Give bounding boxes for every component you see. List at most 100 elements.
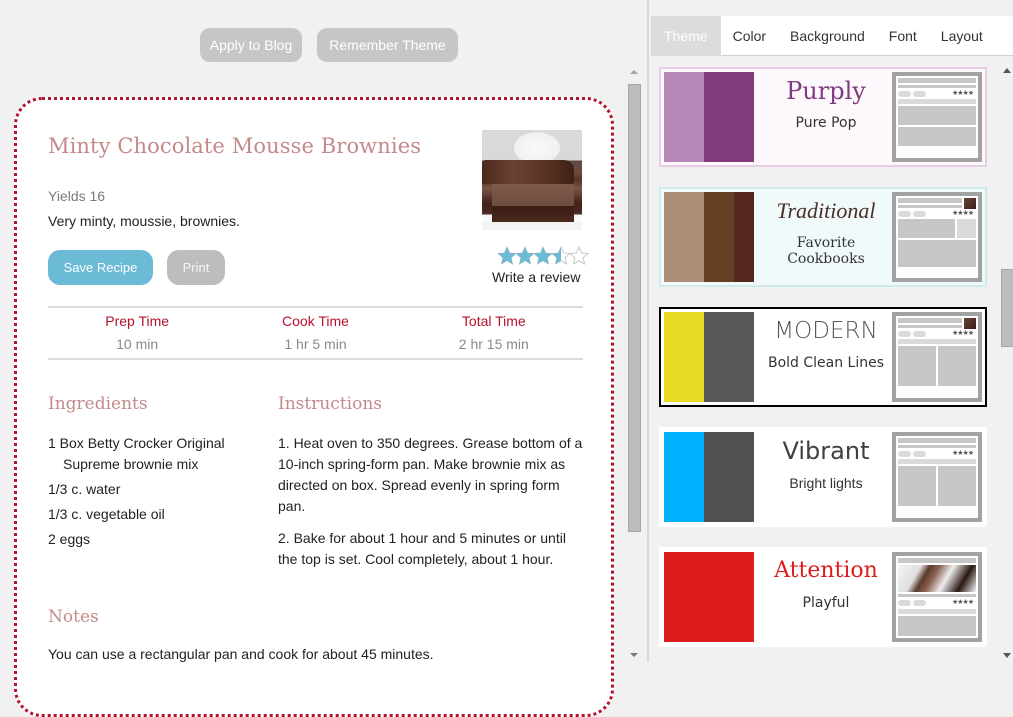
theme-name: Vibrant <box>782 437 870 465</box>
preview-subtitle-bar <box>898 445 976 448</box>
color-swatches <box>664 552 754 642</box>
prep-time: Prep Time 10 min <box>48 308 226 358</box>
prep-time-value: 10 min <box>116 336 159 352</box>
theme-panel: Theme Color Background Font Layout Purpl… <box>647 0 1013 662</box>
color-swatch <box>704 72 754 162</box>
instructions-list: 1. Heat oven to 350 degrees. Grease bott… <box>278 433 583 581</box>
theme-subtitle: Pure Pop <box>795 115 857 131</box>
preview-photo <box>898 565 976 592</box>
layout-preview-thumbnail: ★★★★ <box>892 192 982 282</box>
color-swatch <box>704 192 734 282</box>
preview-stars-icon: ★★★★ <box>952 90 974 97</box>
preview-photo <box>964 198 976 209</box>
scroll-up-arrow-icon[interactable] <box>1003 68 1011 73</box>
preview-button <box>913 600 926 606</box>
theme-card-attention[interactable]: Attention Playful ★★★★ <box>659 547 987 647</box>
total-time-value: 2 hr 15 min <box>458 336 529 352</box>
preview-title-bar <box>898 198 962 203</box>
preview-title-bar <box>898 78 976 83</box>
preview-button <box>913 91 926 97</box>
preview-button <box>898 331 911 337</box>
notes-heading: Notes <box>48 607 99 627</box>
preview-button <box>898 451 911 457</box>
instructions-heading: Instructions <box>278 394 382 414</box>
ingredient-item: 2 eggs <box>48 531 91 547</box>
write-review-link[interactable]: Write a review <box>492 269 580 285</box>
theme-card-traditional[interactable]: Traditional Favorite Cookbooks ★★★★ <box>659 187 987 287</box>
star-icon[interactable] <box>515 246 535 266</box>
preview-button <box>913 331 926 337</box>
star-icon[interactable] <box>533 246 553 266</box>
tab-layout[interactable]: Layout <box>929 16 995 56</box>
theme-list-scrollbar[interactable] <box>998 64 1013 662</box>
total-time: Total Time 2 hr 15 min <box>405 308 583 358</box>
layout-preview-thumbnail: ★★★★ <box>892 72 982 162</box>
preview-instructions-block <box>938 346 976 386</box>
theme-name: Purply <box>786 77 866 105</box>
theme-card-vibrant[interactable]: Vibrant Bright lights ★★★★ <box>659 427 987 527</box>
preview-ingredients-block <box>898 219 955 238</box>
color-swatches <box>664 192 754 282</box>
save-recipe-button[interactable]: Save Recipe <box>48 250 153 285</box>
scroll-up-arrow-icon[interactable] <box>630 70 638 74</box>
star-rating[interactable] <box>497 246 589 268</box>
star-icon[interactable] <box>569 246 589 266</box>
preview-body-block <box>898 127 976 146</box>
preview-times-bar <box>898 99 976 104</box>
tab-theme[interactable]: Theme <box>651 16 721 56</box>
recipe-times: Prep Time 10 min Cook Time 1 hr 5 min To… <box>48 306 583 360</box>
scrollbar-thumb[interactable] <box>628 84 641 532</box>
theme-card-purply[interactable]: Purply Pure Pop ★★★★ <box>659 67 987 167</box>
scroll-down-arrow-icon[interactable] <box>630 653 638 657</box>
color-swatch <box>704 312 754 402</box>
preview-title-bar <box>898 558 976 563</box>
preview-body-block <box>898 616 976 636</box>
theme-name: Attention <box>774 558 878 583</box>
tab-background[interactable]: Background <box>778 16 877 56</box>
ingredient-item: 1/3 c. water <box>48 481 121 497</box>
ingredient-item: 1 Box Betty Crocker Original Supreme bro… <box>48 435 225 472</box>
theme-name: Traditional <box>776 198 876 223</box>
preview-stars-icon: ★★★★ <box>952 330 974 337</box>
theme-subtitle: Bold Clean Lines <box>767 355 885 371</box>
theme-card-modern[interactable]: MODERN Bold Clean Lines ★★★★ <box>659 307 987 407</box>
preview-subtitle-bar <box>898 325 962 328</box>
cook-time-label: Cook Time <box>282 313 349 329</box>
theme-name: MODERN <box>774 318 878 344</box>
panel-tabs: Theme Color Background Font Layout <box>651 16 1013 56</box>
preview-divider <box>898 594 976 597</box>
scroll-down-arrow-icon[interactable] <box>1003 653 1011 658</box>
preview-times-bar <box>898 609 976 614</box>
cook-time: Cook Time 1 hr 5 min <box>226 308 404 358</box>
preview-title-bar <box>898 438 976 443</box>
preview-stars-icon: ★★★★ <box>952 210 974 217</box>
tab-color[interactable]: Color <box>721 16 778 56</box>
remember-theme-button[interactable]: Remember Theme <box>317 28 458 62</box>
preview-button <box>898 600 911 606</box>
color-swatch <box>664 432 704 522</box>
color-swatch <box>664 552 754 642</box>
star-icon[interactable] <box>497 246 517 266</box>
preview-stars-icon: ★★★★ <box>952 599 974 606</box>
tab-font[interactable]: Font <box>877 16 929 56</box>
print-button[interactable]: Print <box>167 250 225 285</box>
preview-button <box>898 211 911 217</box>
star-icon[interactable] <box>551 246 571 266</box>
scrollbar-thumb[interactable] <box>1001 269 1013 347</box>
ingredient-item: 1/3 c. vegetable oil <box>48 506 165 522</box>
prep-time-label: Prep Time <box>105 313 170 329</box>
preview-scrollbar[interactable] <box>626 70 643 662</box>
preview-subtitle-bar <box>898 205 962 208</box>
preview-ingredients-block <box>898 466 936 506</box>
preview-times-bar <box>898 339 976 344</box>
recipe-photo <box>482 130 582 230</box>
preview-button <box>898 91 911 97</box>
preview-body-block <box>898 106 976 125</box>
apply-to-blog-button[interactable]: Apply to Blog <box>200 28 302 62</box>
preview-title-bar <box>898 318 962 323</box>
layout-preview-thumbnail: ★★★★ <box>892 312 982 402</box>
preview-instructions-block <box>938 466 976 506</box>
theme-subtitle: Playful <box>802 595 850 611</box>
preview-subtitle-bar <box>898 85 976 88</box>
photo-brownie-mousse <box>492 184 574 206</box>
